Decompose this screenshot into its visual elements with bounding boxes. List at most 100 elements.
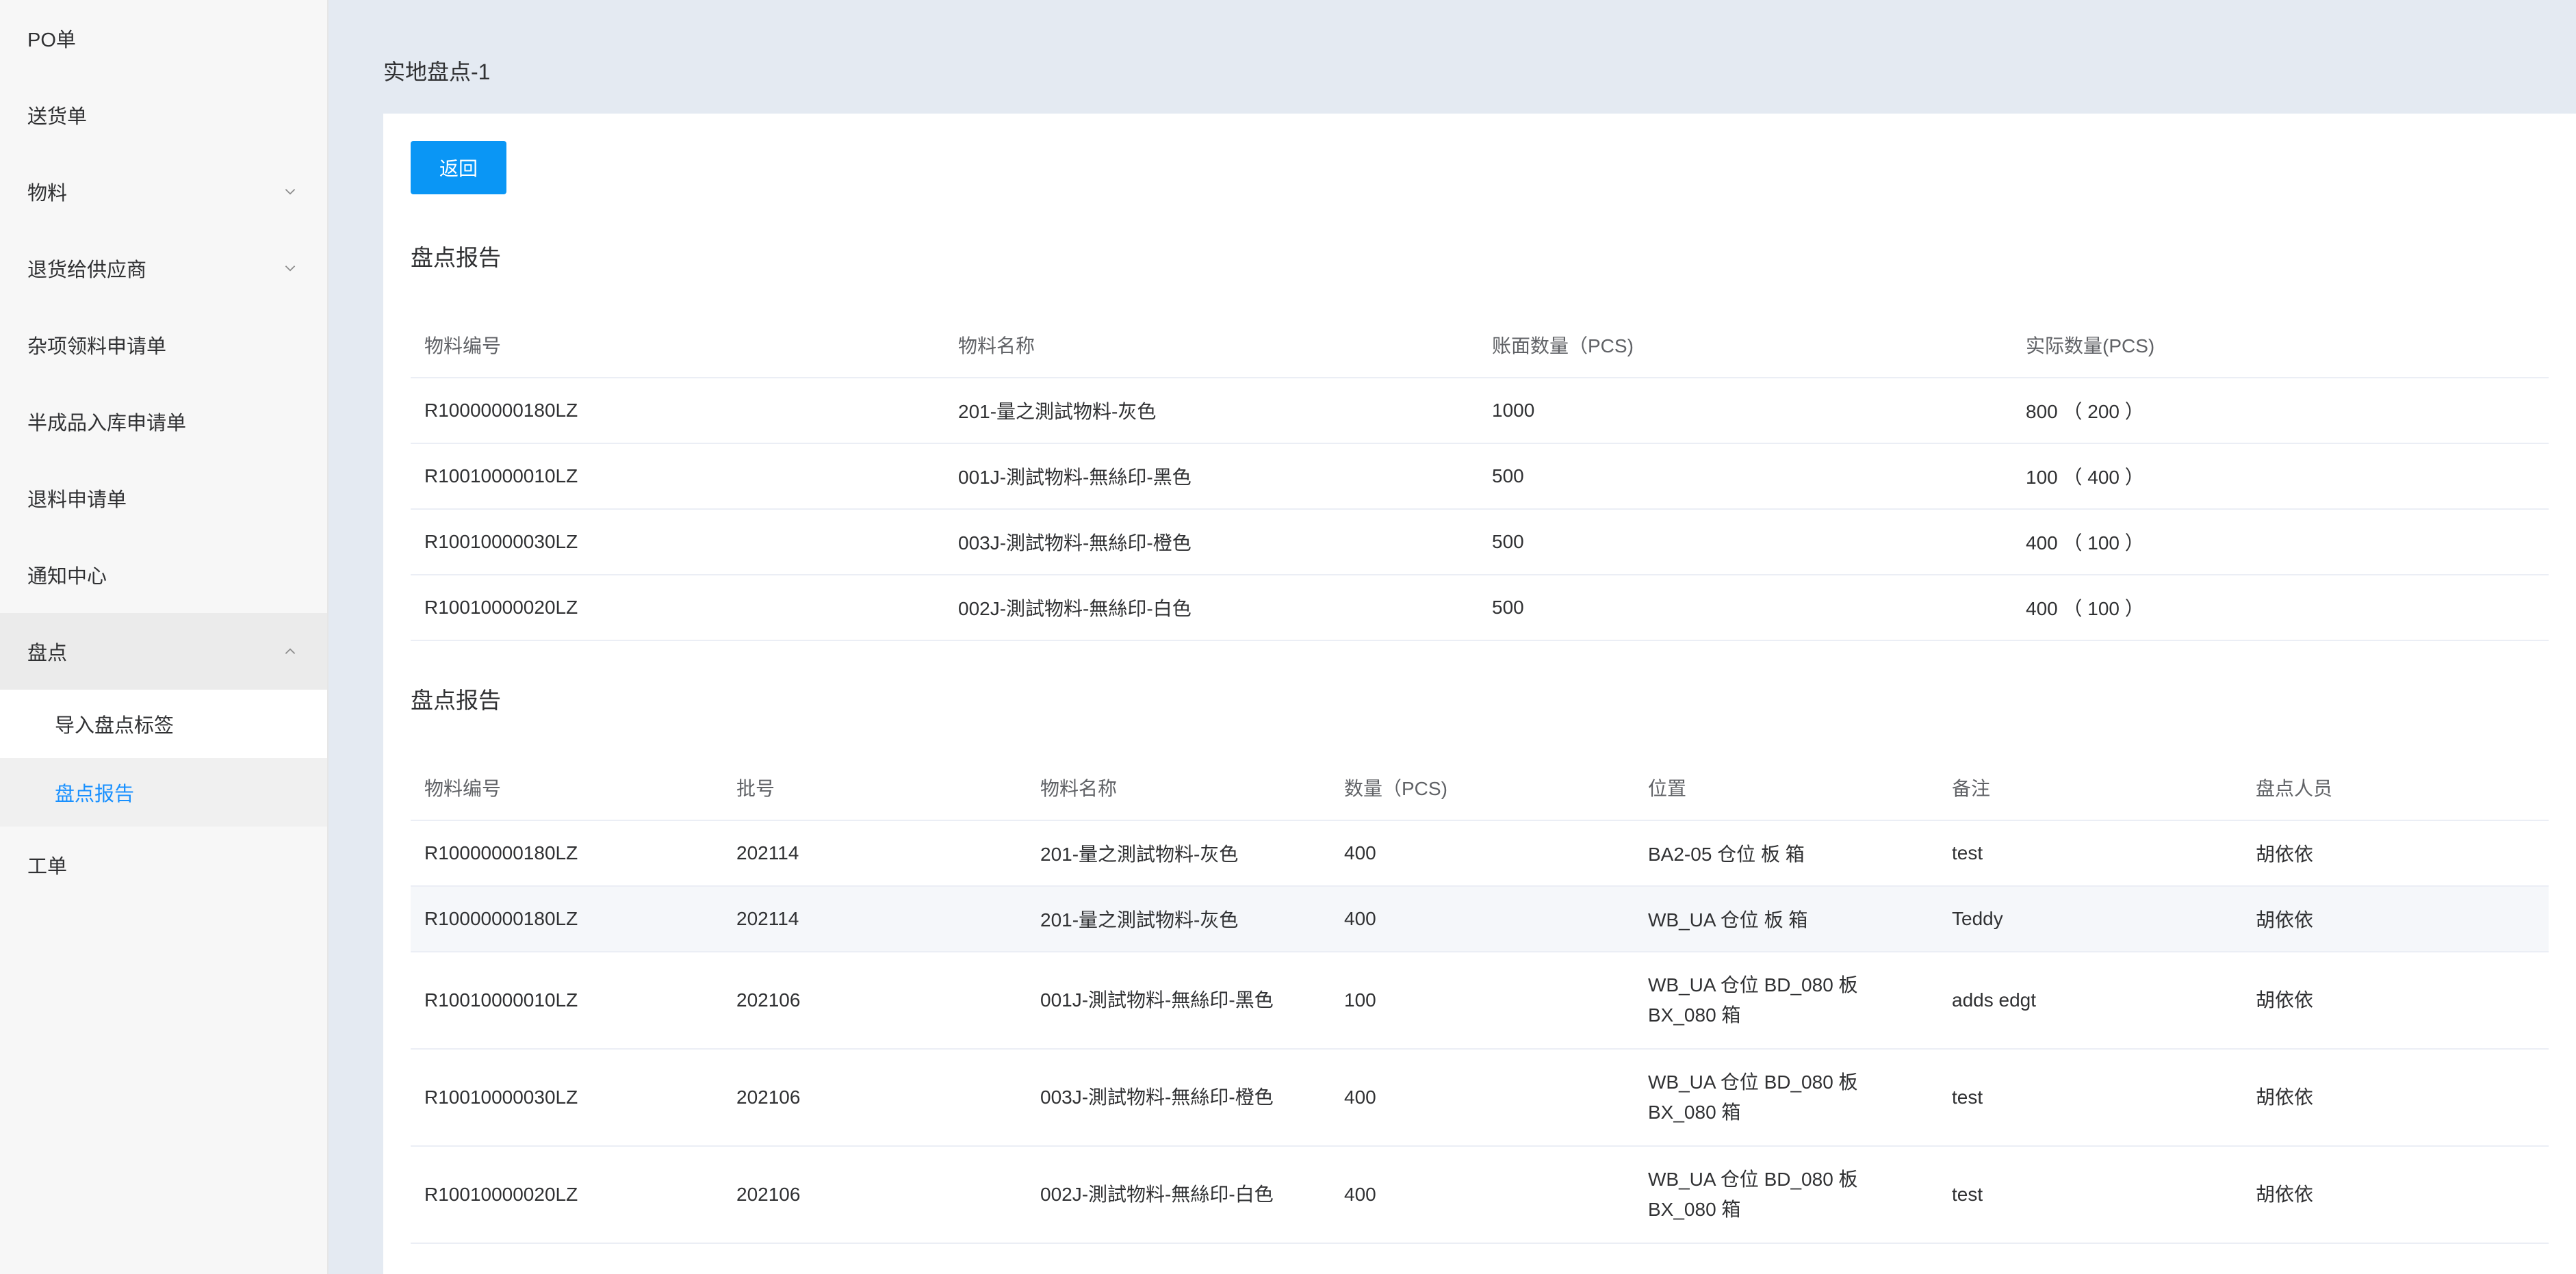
table-cell: 400 xyxy=(1330,820,1634,887)
sidebar-item-stocktake[interactable]: 盘点 xyxy=(0,613,327,690)
table-row: R10010000030LZ 202106 003J-測試物料-無絲印-橙色 4… xyxy=(411,1049,2549,1147)
table-row: R10010000010LZ 001J-測試物料-無絲印-黑色 500 100 … xyxy=(411,443,2549,510)
table-cell: test xyxy=(1938,820,2242,887)
sidebar-item-label: 通知中心 xyxy=(27,566,107,588)
table-cell: test xyxy=(1938,1146,2242,1244)
sidebar-item-return-supplier[interactable]: 退货给供应商 xyxy=(0,230,327,307)
column-header: 物料名称 xyxy=(944,312,1478,378)
back-button[interactable]: 返回 xyxy=(411,141,506,194)
sidebar-subitem-label: 导入盘点标签 xyxy=(55,715,175,737)
table-cell: 202106 xyxy=(723,1146,1027,1244)
table-cell: R10000000180LZ xyxy=(411,820,723,887)
column-header: 物料编号 xyxy=(411,755,723,821)
sidebar-item-label: 杂项领料申请单 xyxy=(27,336,167,358)
content-card: 返回 盘点报告 物料编号 物料名称 账面数量（PCS) 实际数量(PCS) R1… xyxy=(383,114,2576,1274)
table-cell: 胡依依 xyxy=(2242,886,2549,952)
table-row: R10010000010LZ 202106 001J-測試物料-無絲印-黑色 1… xyxy=(411,952,2549,1050)
sidebar-item-misc-requisition[interactable]: 杂项领料申请单 xyxy=(0,307,327,383)
column-header: 物料名称 xyxy=(1027,755,1330,821)
sidebar-item-semi-finished-inbound[interactable]: 半成品入库申请单 xyxy=(0,383,327,460)
summary-table: 物料编号 物料名称 账面数量（PCS) 实际数量(PCS) R100000001… xyxy=(411,312,2549,641)
table-cell: 202106 xyxy=(723,952,1027,1050)
table-row: R10010000020LZ 202106 002J-測試物料-無絲印-白色 4… xyxy=(411,1146,2549,1244)
sidebar-item-label: 送货单 xyxy=(27,106,88,128)
table-cell: 001J-測試物料-無絲印-黑色 xyxy=(944,443,1478,510)
table-cell: 202106 xyxy=(723,1049,1027,1147)
table-cell: test xyxy=(1938,1049,2242,1147)
table-cell: R10000000180LZ xyxy=(411,886,723,952)
sidebar-subitem-stocktake-report[interactable]: 盘点报告 xyxy=(0,758,327,827)
table-cell: 500 xyxy=(1478,443,2012,510)
table-cell: 201-量之測試物料-灰色 xyxy=(1027,820,1330,887)
table-cell: R10010000030LZ xyxy=(411,509,944,575)
table-cell: 002J-測試物料-無絲印-白色 xyxy=(944,575,1478,641)
table-cell: 胡依依 xyxy=(2242,1146,2549,1244)
column-header: 备注 xyxy=(1938,755,2242,821)
sidebar-item-label: 半成品入库申请单 xyxy=(27,413,187,434)
sidebar-item-material[interactable]: 物料 xyxy=(0,153,327,230)
table-cell: 胡依依 xyxy=(2242,820,2549,887)
column-header: 实际数量(PCS) xyxy=(2012,312,2549,378)
table-cell: 003J-測試物料-無絲印-橙色 xyxy=(944,509,1478,575)
table-header-row: 物料编号 批号 物料名称 数量（PCS) 位置 备注 盘点人员 xyxy=(411,755,2549,821)
sidebar-item-label: 退货给供应商 xyxy=(27,259,147,281)
sidebar-subitem-label: 盘点报告 xyxy=(55,783,135,805)
table-cell: 400 （ 100 ） xyxy=(2012,509,2549,575)
column-header: 账面数量（PCS) xyxy=(1478,312,2012,378)
table-row: R10000000180LZ 202114 201-量之測試物料-灰色 400 … xyxy=(411,886,2549,952)
sidebar-item-label: 退料申请单 xyxy=(27,489,127,511)
table-cell: 500 xyxy=(1478,575,2012,641)
table-cell: R10010000020LZ xyxy=(411,1146,723,1244)
column-header: 物料编号 xyxy=(411,312,944,378)
sidebar-item-material-return[interactable]: 退料申请单 xyxy=(0,460,327,536)
column-header: 位置 xyxy=(1634,755,1938,821)
table-row: R10000000180LZ 201-量之測試物料-灰色 1000 800 （ … xyxy=(411,378,2549,444)
chevron-up-icon xyxy=(281,642,300,661)
page-title: 实地盘点-1 xyxy=(383,60,491,84)
table-cell: WB_UA 仓位 BD_080 板 BX_080 箱 xyxy=(1634,1146,1938,1244)
table-cell: 201-量之測試物料-灰色 xyxy=(944,378,1478,444)
main-content: 实地盘点-1 返回 盘点报告 物料编号 物料名称 账面数量（PCS) 实际数量(… xyxy=(329,0,2576,1274)
sidebar-item-notification-center[interactable]: 通知中心 xyxy=(0,536,327,613)
sidebar-item-label: 工单 xyxy=(27,856,68,878)
table-cell: 001J-測試物料-無絲印-黑色 xyxy=(1027,952,1330,1050)
table-cell: 500 xyxy=(1478,509,2012,575)
table-cell: 400 （ 100 ） xyxy=(2012,575,2549,641)
table-cell: WB_UA 仓位 BD_080 板 BX_080 箱 xyxy=(1634,1049,1938,1147)
table-cell: 400 xyxy=(1330,1146,1634,1244)
column-header: 批号 xyxy=(723,755,1027,821)
table-cell: 100 （ 400 ） xyxy=(2012,443,2549,510)
table-cell: 202114 xyxy=(723,820,1027,887)
section-title-summary: 盘点报告 xyxy=(411,245,501,270)
sidebar-item-work-order[interactable]: 工单 xyxy=(0,827,327,903)
table-cell: R10010000020LZ xyxy=(411,575,944,641)
table-cell: BA2-05 仓位 板 箱 xyxy=(1634,820,1938,887)
sidebar: PO单 送货单 物料 退货给供应商 杂项领料申请单 半成品入库申请单 退料申请单… xyxy=(0,0,329,1274)
table-cell: 003J-測試物料-無絲印-橙色 xyxy=(1027,1049,1330,1147)
table-cell: R10010000010LZ xyxy=(411,443,944,510)
sidebar-item-delivery[interactable]: 送货单 xyxy=(0,77,327,153)
sidebar-item-po[interactable]: PO单 xyxy=(0,0,327,77)
table-cell: adds edgt xyxy=(1938,952,2242,1050)
chevron-down-icon xyxy=(281,259,300,278)
table-cell: R10010000010LZ xyxy=(411,952,723,1050)
table-cell: Teddy xyxy=(1938,886,2242,952)
section-title-detail: 盘点报告 xyxy=(411,688,501,713)
table-cell: 胡依依 xyxy=(2242,952,2549,1050)
table-cell: 202114 xyxy=(723,886,1027,952)
table-cell: WB_UA 仓位 板 箱 xyxy=(1634,886,1938,952)
table-row: R10010000030LZ 003J-測試物料-無絲印-橙色 500 400 … xyxy=(411,509,2549,575)
table-cell: 1000 xyxy=(1478,378,2012,444)
table-header-row: 物料编号 物料名称 账面数量（PCS) 实际数量(PCS) xyxy=(411,312,2549,378)
table-cell: 002J-測試物料-無絲印-白色 xyxy=(1027,1146,1330,1244)
column-header: 数量（PCS) xyxy=(1330,755,1634,821)
sidebar-subitem-import-stocktake-tags[interactable]: 导入盘点标签 xyxy=(0,690,327,758)
table-cell: 201-量之測試物料-灰色 xyxy=(1027,886,1330,952)
sidebar-item-label: PO单 xyxy=(27,29,76,51)
table-cell: 400 xyxy=(1330,1049,1634,1147)
table-row: R10010000020LZ 002J-測試物料-無絲印-白色 500 400 … xyxy=(411,575,2549,641)
table-cell: 400 xyxy=(1330,886,1634,952)
table-cell: R10010000030LZ xyxy=(411,1049,723,1147)
table-cell: 800 （ 200 ） xyxy=(2012,378,2549,444)
table-cell: WB_UA 仓位 BD_080 板 BX_080 箱 xyxy=(1634,952,1938,1050)
